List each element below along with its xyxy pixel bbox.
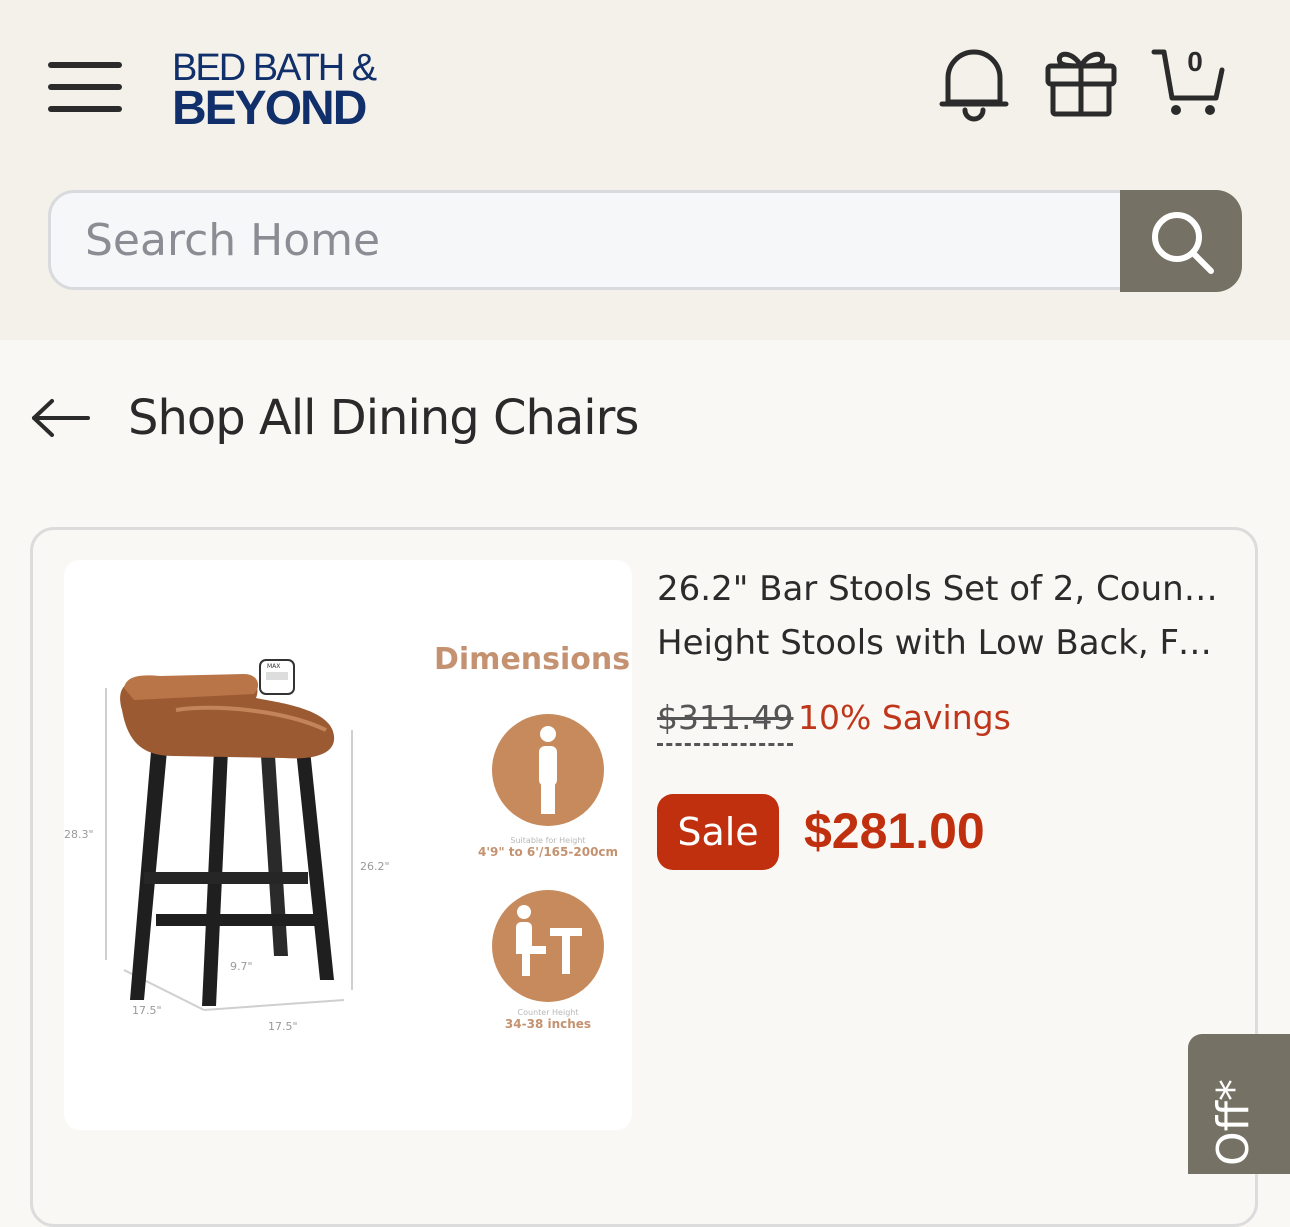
- max-weight-label: MAX: [267, 663, 281, 670]
- search-icon: [1152, 212, 1214, 274]
- site-logo[interactable]: BED BATH & BEYOND: [172, 48, 377, 135]
- notification-bell-icon[interactable]: [934, 40, 1014, 124]
- gift-icon[interactable]: [1042, 40, 1122, 124]
- dimension-depth-label: 9.7": [230, 960, 253, 973]
- search-input[interactable]: [48, 190, 1120, 290]
- savings-label: 10% Savings: [798, 698, 1011, 737]
- hamburger-menu-icon[interactable]: [46, 60, 126, 116]
- back-link-label: Shop All Dining Chairs: [128, 390, 639, 446]
- sale-badge: Sale: [657, 794, 779, 870]
- logo-line-2: BEYOND: [172, 82, 367, 135]
- discount-side-tab[interactable]: Off*: [1188, 1034, 1290, 1174]
- product-title-line-1: 26.2" Bar Stools Set of 2, Counter: [657, 569, 1227, 609]
- product-image[interactable]: Dimensions 28.3" 26.2" 9.7" 17.5" 17.5" …: [64, 560, 632, 1130]
- dimensions-heading: Dimensions: [434, 642, 631, 677]
- product-title-line-2: Height Stools with Low Back, Footr…: [657, 623, 1227, 663]
- counter-caption-line-2: 34-38 inches: [504, 1017, 592, 1031]
- original-price: $311.49: [657, 698, 794, 746]
- counter-caption-line-1: Counter Height: [517, 1008, 579, 1017]
- sale-price: $281.00: [804, 803, 985, 859]
- dimension-base-label-2: 17.5": [268, 1020, 298, 1033]
- height-suitability-caption: Suitable for Height 4'9" to 6'/165-200cm: [468, 836, 628, 859]
- product-title[interactable]: 26.2" Bar Stools Set of 2, Counter Heigh…: [657, 562, 1227, 670]
- site-header: BED BATH & BEYOND 0: [0, 0, 1290, 340]
- search-bar: [48, 190, 1242, 294]
- side-tab-label: Off*: [1208, 1079, 1259, 1166]
- cart-count-badge: 0: [1187, 46, 1203, 77]
- cart-icon[interactable]: 0: [1150, 40, 1230, 124]
- search-button[interactable]: [1120, 190, 1242, 292]
- dimension-height-label: 28.3": [64, 828, 94, 841]
- counter-height-caption: Counter Height 34-38 inches: [468, 1008, 628, 1031]
- height-caption-line-1: Suitable for Height: [510, 836, 586, 845]
- arrow-left-icon: [32, 399, 90, 437]
- dimension-base-label-1: 17.5": [132, 1004, 162, 1017]
- dimension-seat-height-label: 26.2": [360, 860, 390, 873]
- height-caption-line-2: 4'9" to 6'/165-200cm: [477, 845, 619, 859]
